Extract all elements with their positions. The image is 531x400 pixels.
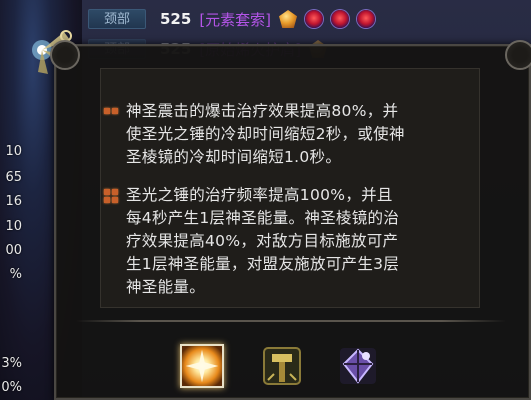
stat-value: % [9,267,22,282]
hammer-of-light-talent-icon[interactable] [260,344,304,388]
effect-text: 圣光之锤的治疗频率提高100%，并且 每4秒产生1层神圣能量。神圣棱镜的治 疗效… [126,186,400,296]
stat-value: 10 [5,144,22,159]
stat-value: 65 [5,170,22,185]
talent-effect: 神圣震击的爆击治疗效果提高80%，并 使圣光之锤的冷却时间缩短2秒，或使神 圣棱… [104,100,405,169]
stat-value: 10 [5,219,22,234]
stat-value: 0% [1,380,22,395]
holy-prism-talent-icon[interactable] [336,344,380,388]
item-level: 525 [160,10,192,28]
talent-rank-1-icon [104,108,118,114]
stat-value: 00 [5,243,22,258]
talent-tooltip: 神圣震击的爆击治疗效果提高80%，并 使圣光之锤的冷却时间缩短2秒，或使神 圣棱… [50,40,531,400]
slot-tag: 颈部 [88,9,146,29]
set-name[interactable]: [元素套索] [199,9,271,30]
stat-value: 16 [5,194,22,209]
gear-row[interactable]: 颈部 525 [元素套索] [88,8,528,30]
divider [76,320,506,322]
holy-shock-talent-icon[interactable] [180,344,224,388]
stat-value: 3% [1,356,22,371]
frame-corner [50,40,80,70]
frame-corner [505,40,531,70]
red-socket-icon [305,10,324,28]
talent-effect: 圣光之锤的治疗频率提高100%，并且 每4秒产生1层神圣能量。神圣棱镜的治 疗效… [104,184,399,299]
effect-text: 神圣震击的爆击治疗效果提高80%，并 使圣光之锤的冷却时间缩短2秒，或使神 圣棱… [126,102,405,166]
red-socket-icon [331,10,350,28]
gold-gem-icon [279,10,298,28]
red-socket-icon [357,10,376,28]
talent-rank-2-icon [104,189,118,203]
